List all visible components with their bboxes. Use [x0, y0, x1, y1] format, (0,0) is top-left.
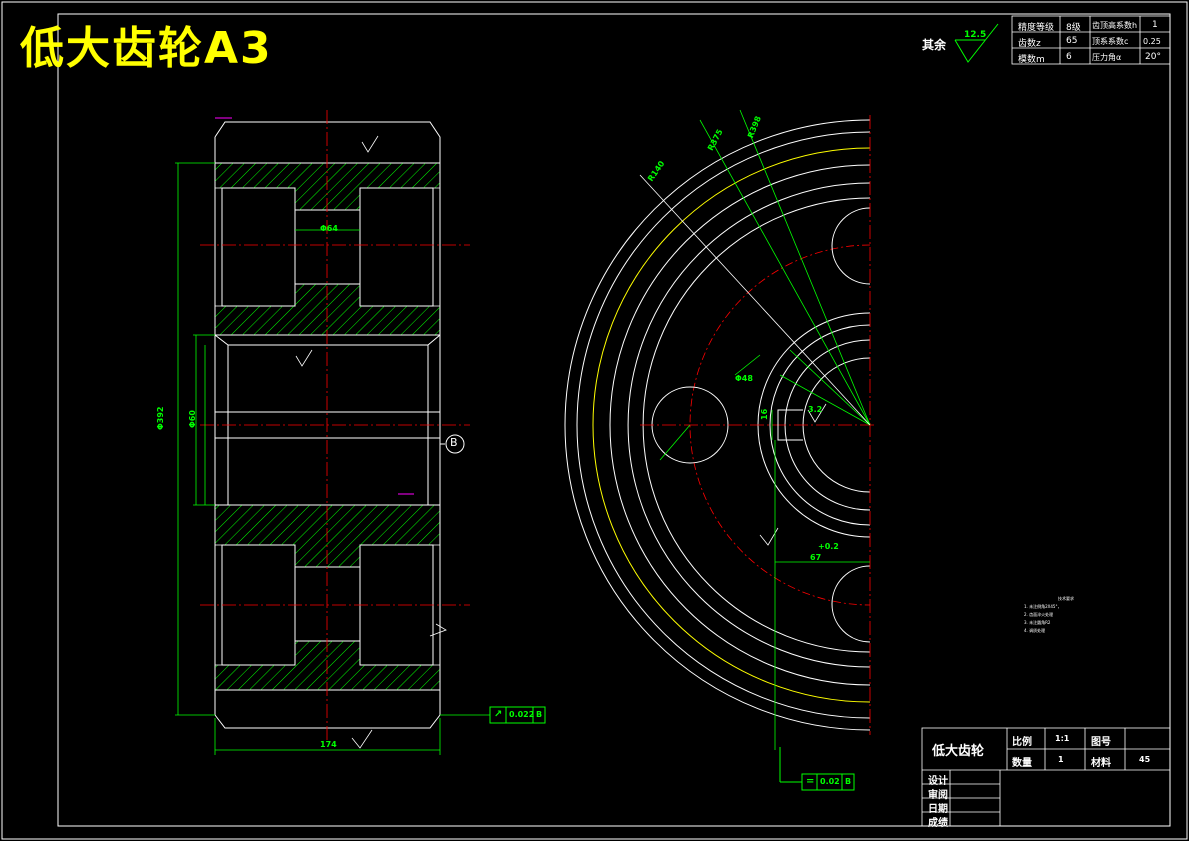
param-name2: 压力角α	[1092, 53, 1122, 62]
tol-value: 0.02	[820, 777, 840, 786]
param-value: 65	[1066, 36, 1078, 46]
param-name: 齿数z	[1018, 39, 1041, 49]
param-value2: 20°	[1145, 52, 1161, 62]
front-view-radial-dims	[659, 109, 871, 750]
datum-letter: B	[450, 436, 458, 449]
title-block-row-label: 审阅	[928, 790, 948, 801]
param-value2: 0.25	[1143, 37, 1161, 46]
title-block-scale-value: 1:1	[1055, 734, 1070, 743]
param-name: 精度等级	[1018, 23, 1055, 33]
tech-note: 2. 齿面淬火处理	[1024, 612, 1054, 617]
front-view-centerlines	[640, 115, 875, 735]
title-block-material-value: 45	[1139, 755, 1151, 764]
title-block-scale-label: 比例	[1012, 737, 1032, 748]
param-name2: 顶系系数c	[1092, 37, 1129, 46]
dim-hub-dia: Φ64	[320, 224, 338, 233]
param-value: 8级	[1066, 23, 1081, 33]
dim-roughness-small: 3.2	[808, 405, 823, 414]
dim-key-tol: +0.2	[818, 542, 839, 551]
sheet-border	[1, 1, 1188, 840]
param-value: 6	[1066, 52, 1072, 62]
title-block-part-name: 低大齿轮	[932, 744, 985, 759]
tol-value: 0.022	[509, 710, 535, 719]
tech-note: 1. 未注倒角2X45°，	[1024, 604, 1062, 609]
tol-datum: B	[845, 777, 852, 786]
dim-bore-dia: Φ60	[188, 410, 197, 428]
tol-symbol: =	[806, 776, 815, 787]
title-block-drawing-no-label: 图号	[1091, 737, 1111, 748]
title-block-row-label: 日期	[928, 804, 948, 815]
tol-datum: B	[536, 710, 543, 719]
section-hatch	[214, 162, 441, 691]
title-block-row-label: 设计	[928, 776, 948, 787]
tech-note: 4. 调质处理	[1024, 628, 1046, 633]
dim-total-dia: Φ392	[156, 406, 165, 431]
title-block-row-label: 成绩	[928, 818, 948, 829]
tolerance-frames	[489, 706, 855, 791]
title-block-material-label: 材料	[1091, 758, 1111, 769]
cad-drawing	[1, 1, 1188, 840]
dim-hole-dia: Φ48	[735, 374, 753, 383]
surface-finish-value: 12.5	[964, 30, 987, 40]
roughness-marks	[295, 135, 827, 749]
title-block-qty-value: 1	[1058, 755, 1064, 764]
surface-finish-label: 其余	[922, 38, 947, 52]
tech-notes-title: 技术要求	[1058, 596, 1074, 601]
dim-width: 174	[320, 740, 337, 749]
param-name2: 齿顶高系数h	[1092, 21, 1138, 30]
title-block-qty-label: 数量	[1012, 758, 1032, 769]
dim-key-depth: 67	[810, 553, 822, 562]
param-name: 模数m	[1018, 55, 1045, 65]
drawing-frame	[57, 13, 1171, 827]
tol-symbol: ↗	[494, 709, 503, 720]
param-value2: 1	[1152, 20, 1158, 30]
tech-note: 3. 未注圆角R2	[1024, 620, 1051, 625]
dim-key-width: 16	[760, 408, 769, 420]
drawing-title: 低大齿轮A3	[20, 23, 273, 74]
